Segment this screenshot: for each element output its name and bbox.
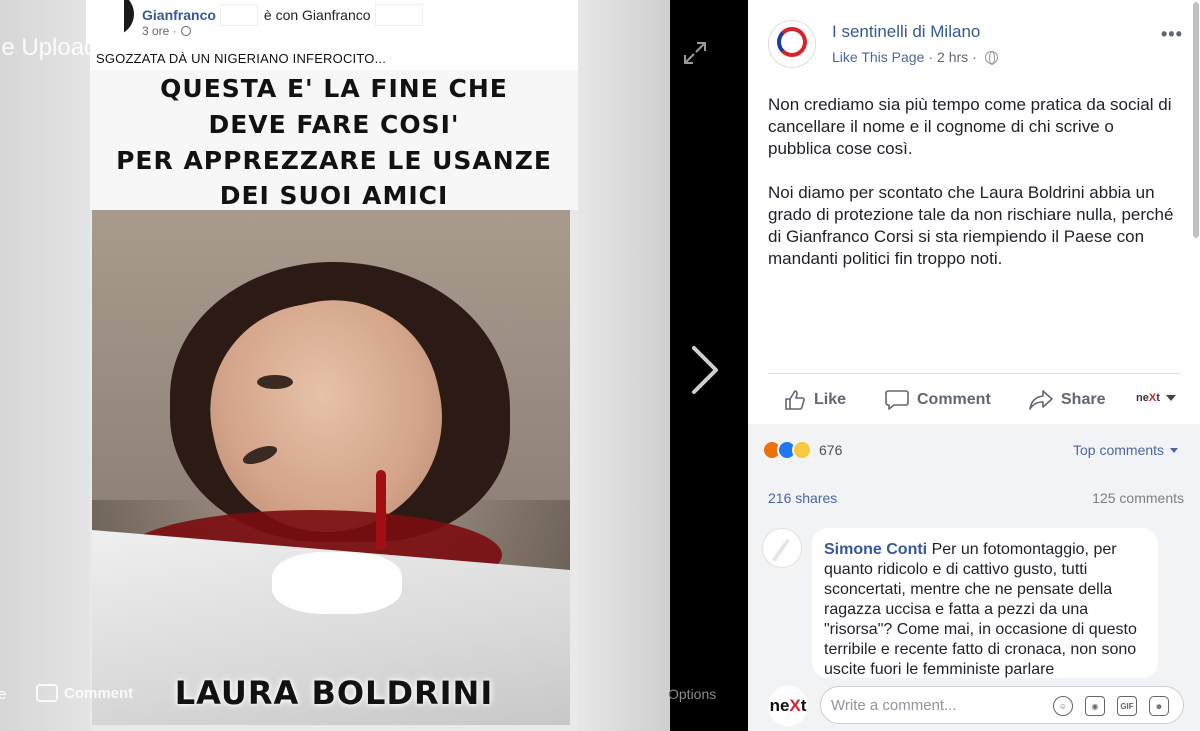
reaction-count: 676 xyxy=(819,442,843,458)
thumbs-up-icon xyxy=(785,390,805,410)
photo-eye-left xyxy=(257,375,293,389)
comment-icon xyxy=(36,684,58,702)
post-as-selector[interactable]: neXt xyxy=(1136,392,1176,404)
globe-icon xyxy=(984,50,998,65)
embedded-author: Gianfranco xyxy=(142,7,216,23)
next-logo-icon: neXt xyxy=(1136,392,1160,404)
sticker-icon[interactable]: ☻ xyxy=(1149,696,1169,716)
ghost-e-text: e xyxy=(0,686,7,703)
meta-separator: · xyxy=(928,49,934,65)
share-button[interactable]: Share xyxy=(1029,389,1105,411)
composer-logo-part: t xyxy=(800,696,807,715)
page-name-link[interactable]: I sentinelli di Milano xyxy=(832,22,980,42)
chevron-down-icon xyxy=(1170,447,1179,453)
comments-count[interactable]: 125 comments xyxy=(1092,490,1184,506)
comment-composer: ne Xt Write a comment... ☺ ◉ GIF ☻ xyxy=(748,678,1200,731)
meme-image: QUESTA E' LA FINE CHE DEVE FARE COSI' PE… xyxy=(90,70,578,731)
post-actions: Like Comment Share neXt xyxy=(768,380,1180,420)
top-comments-dropdown[interactable]: Top comments xyxy=(1073,442,1179,458)
top-comments-label: Top comments xyxy=(1073,442,1165,458)
redaction-blob xyxy=(272,552,402,614)
next-photo-arrow-icon[interactable] xyxy=(690,344,720,396)
embedded-caption: SGOZZATA DÀ UN NIGERIANO INFEROCITO... xyxy=(96,51,387,66)
meta-separator: · xyxy=(972,49,977,65)
scrollbar-thumb[interactable] xyxy=(1193,2,1199,238)
more-options-icon[interactable]: ••• xyxy=(1161,24,1183,45)
meme-name-text: LAURA BOLDRINI xyxy=(174,674,494,712)
redaction-box xyxy=(374,4,423,26)
comment-placeholder: Write a comment... xyxy=(831,696,957,714)
like-label: Like xyxy=(814,391,847,408)
composer-logo-part: ne xyxy=(769,696,790,715)
share-icon xyxy=(1029,390,1053,410)
post-body: Non crediamo sia più tempo come pratica … xyxy=(768,94,1180,292)
comments-section: 676 Top comments 216 shares 125 comments… xyxy=(748,424,1200,731)
post-time[interactable]: 2 hrs xyxy=(937,49,968,65)
photo-blood xyxy=(376,470,386,550)
expand-icon[interactable] xyxy=(682,40,708,66)
comment-button[interactable]: Comment xyxy=(885,389,991,411)
share-label: Share xyxy=(1061,391,1106,408)
post-paragraph: Non crediamo sia più tempo come pratica … xyxy=(768,95,1172,158)
ghost-comment-button: Comment xyxy=(36,684,133,702)
next-logo-part: ne xyxy=(1136,392,1149,404)
post-meta: Like This Page · 2 hrs · xyxy=(832,49,998,65)
meme-line-2: DEVE FARE COSI' xyxy=(208,110,460,139)
ghost-comment-label: Comment xyxy=(64,684,134,702)
logo-ring xyxy=(777,27,807,57)
post-paragraph: Noi diamo per scontato che Laura Boldrin… xyxy=(768,183,1174,268)
comment-icon xyxy=(885,390,909,410)
meme-line-4: DEI SUOI AMICI xyxy=(219,181,449,210)
meme-photo xyxy=(92,210,570,725)
scrollbar[interactable] xyxy=(1192,0,1200,240)
viewer-background-left xyxy=(0,0,90,731)
avatar[interactable] xyxy=(762,528,802,568)
embedded-timestamp: 3 ore · xyxy=(142,24,191,38)
post-panel: I sentinelli di Milano Like This Page · … xyxy=(748,0,1200,731)
reactions-summary[interactable]: 676 xyxy=(762,440,842,460)
comment-text: Per un fotomontaggio, per quanto ridicol… xyxy=(824,541,1137,678)
comment-input[interactable]: Write a comment... ☺ ◉ GIF ☻ xyxy=(820,686,1184,724)
composer-avatar[interactable]: ne Xt xyxy=(768,686,808,726)
redaction-mask xyxy=(86,0,124,44)
photo-viewer: le Uploads e Gianfranco è con Gianfranco… xyxy=(0,0,748,731)
emoji-icon[interactable]: ☺ xyxy=(1053,696,1073,716)
meme-line-3: PER APPREZZARE LE USANZE xyxy=(116,146,552,175)
avatar-mark xyxy=(771,538,791,562)
options-link[interactable]: Options xyxy=(668,686,716,702)
embedded-post-screenshot: Gianfranco è con Gianfranco 3 ore · SGOZ… xyxy=(86,0,578,731)
redaction-box xyxy=(219,4,258,26)
shares-count[interactable]: 216 shares xyxy=(768,490,837,506)
viewer-background-right xyxy=(578,0,670,731)
camera-icon[interactable]: ◉ xyxy=(1085,696,1105,716)
like-button[interactable]: Like xyxy=(784,389,846,411)
comment-author[interactable]: Simone Conti xyxy=(824,541,927,558)
sad-reaction-icon xyxy=(792,440,812,460)
comment-label: Comment xyxy=(917,391,991,408)
comment-bubble: Simone Conti Per un fotomontaggio, per q… xyxy=(812,528,1158,678)
divider xyxy=(768,373,1180,374)
chevron-down-icon xyxy=(1165,395,1176,401)
embedded-post-header: Gianfranco è con Gianfranco xyxy=(142,4,423,26)
page-avatar[interactable] xyxy=(768,20,816,68)
next-logo-part: t xyxy=(1156,392,1160,404)
like-this-page-link[interactable]: Like This Page xyxy=(832,49,924,65)
gif-icon[interactable]: GIF xyxy=(1117,696,1137,716)
composer-logo-part: X xyxy=(789,696,801,715)
embedded-with-text: è con Gianfranco xyxy=(263,7,371,23)
composer-icons: ☺ ◉ GIF ☻ xyxy=(1053,687,1169,725)
embedded-time-text: 3 ore · xyxy=(142,24,177,38)
globe-icon xyxy=(180,26,191,36)
meme-line-1: QUESTA E' LA FINE CHE xyxy=(160,74,508,103)
